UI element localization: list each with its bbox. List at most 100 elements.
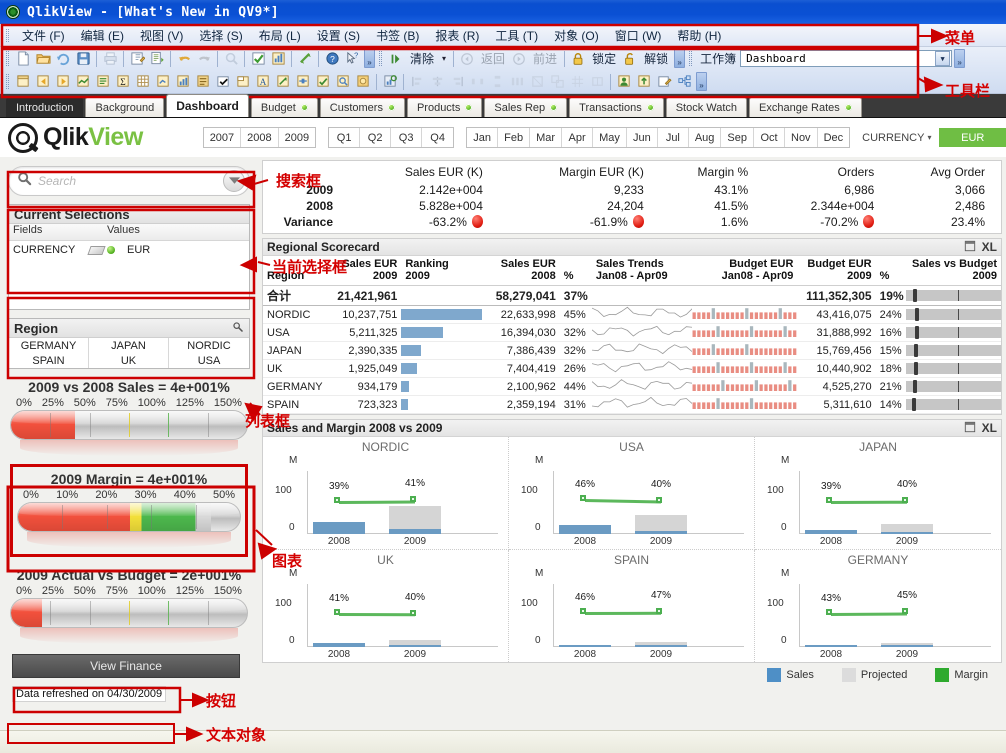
redo-icon[interactable] xyxy=(194,49,214,68)
search-dropdown-icon[interactable] xyxy=(223,170,245,192)
tab-products[interactable]: Products xyxy=(406,97,483,117)
menu-edit[interactable]: 编辑 (E) xyxy=(73,25,132,46)
next-sheet-icon[interactable] xyxy=(53,72,73,91)
month-apr-button[interactable]: Apr xyxy=(562,128,594,147)
align-center-icon[interactable] xyxy=(427,72,447,91)
tab-budget[interactable]: Budget xyxy=(250,97,318,117)
list-item[interactable]: NORDIC xyxy=(169,338,249,353)
slider-icon[interactable] xyxy=(293,72,313,91)
table-row[interactable]: USA 5,211,325 16,394,030 32% 31,888,992 16% xyxy=(263,323,1001,342)
bookmark-icon[interactable] xyxy=(313,72,333,91)
view-finance-button[interactable]: View Finance xyxy=(12,654,240,678)
clear-dropdown-icon[interactable]: ▾ xyxy=(438,54,450,63)
currency-value-chip[interactable]: EUR xyxy=(939,128,1006,147)
table-row[interactable]: SPAIN 723,323 2,359,194 31% 5,311,610 14% xyxy=(263,395,1001,414)
month-oct-button[interactable]: Oct xyxy=(754,128,785,147)
toolbar-grip[interactable] xyxy=(379,51,382,66)
search-object-icon[interactable] xyxy=(333,72,353,91)
col-pct-2[interactable]: % xyxy=(875,256,906,286)
align-left-icon[interactable] xyxy=(407,72,427,91)
menu-file[interactable]: 文件 (F) xyxy=(14,25,73,46)
link-icon[interactable] xyxy=(674,72,694,91)
listbox-search-icon[interactable] xyxy=(232,321,244,336)
chart-cell-nordic[interactable]: NORDIC M 100 0 39% 41% 2008 2009 xyxy=(263,437,509,550)
align-right-icon[interactable] xyxy=(447,72,467,91)
month-nov-button[interactable]: Nov xyxy=(785,128,818,147)
menu-window[interactable]: 窗口 (W) xyxy=(607,25,670,46)
print-icon[interactable] xyxy=(100,49,120,68)
space-evenly-icon[interactable] xyxy=(507,72,527,91)
export-to-excel-button[interactable]: XL xyxy=(982,421,997,435)
chart-cell-japan[interactable]: JAPAN M 100 0 39% 40% 2008 2009 xyxy=(755,437,1001,550)
table-row[interactable]: UK 1,925,049 7,404,419 26% 10,440,902 18% xyxy=(263,359,1001,378)
open-folder-icon[interactable] xyxy=(33,49,53,68)
toolbar-overflow-button[interactable]: » xyxy=(954,49,966,68)
quarter-q2-button[interactable]: Q2 xyxy=(360,128,392,147)
back-icon[interactable] xyxy=(457,49,477,68)
list-item[interactable]: UK xyxy=(89,353,168,368)
year-2008-button[interactable]: 2008 xyxy=(241,128,279,147)
statistics-box-icon[interactable]: Σ xyxy=(113,72,133,91)
clear-field-eraser-icon[interactable] xyxy=(87,245,106,255)
help-icon[interactable]: ? xyxy=(322,49,342,68)
table-row[interactable]: NORDIC 10,237,751 22,633,998 45% 43,416,075 2… xyxy=(263,305,1001,324)
quarter-q1-button[interactable]: Q1 xyxy=(329,128,361,147)
list-item[interactable]: JAPAN xyxy=(89,338,168,353)
list-item[interactable]: GERMANY xyxy=(9,338,88,353)
list-item[interactable]: USA xyxy=(169,353,249,368)
undo-icon[interactable] xyxy=(174,49,194,68)
chart-object-icon[interactable] xyxy=(173,72,193,91)
text-object-icon[interactable]: A xyxy=(253,72,273,91)
chart-icon[interactable] xyxy=(268,49,288,68)
month-may-button[interactable]: May xyxy=(593,128,627,147)
tab-dashboard[interactable]: Dashboard xyxy=(166,94,249,117)
chart-cell-germany[interactable]: GERMANY M 100 0 43% 45% 2008 2009 xyxy=(755,550,1001,662)
group-icon[interactable] xyxy=(547,72,567,91)
menu-select[interactable]: 选择 (S) xyxy=(191,25,250,46)
distribute-vertical-icon[interactable] xyxy=(487,72,507,91)
person-icon[interactable] xyxy=(614,72,634,91)
year-2007-button[interactable]: 2007 xyxy=(203,128,242,147)
distribute-horizontal-icon[interactable] xyxy=(467,72,487,91)
menu-reports[interactable]: 报表 (R) xyxy=(427,25,487,46)
search-object[interactable]: Search xyxy=(8,166,250,196)
tab-customers[interactable]: Customers xyxy=(319,97,405,117)
search-input[interactable]: Search xyxy=(38,174,223,188)
tab-exchange-rates[interactable]: Exchange Rates xyxy=(749,97,862,117)
menu-view[interactable]: 视图 (V) xyxy=(132,25,191,46)
select-possible-icon[interactable] xyxy=(248,49,268,68)
current-selection-row[interactable]: CURRENCY EUR xyxy=(9,241,249,259)
button-icon[interactable] xyxy=(213,72,233,91)
upload-icon[interactable] xyxy=(634,72,654,91)
input-box-icon[interactable] xyxy=(233,72,253,91)
unlock-label[interactable]: 解锁 xyxy=(640,50,672,67)
toolbar-overflow-button[interactable]: » xyxy=(674,49,686,68)
chart-cell-spain[interactable]: SPAIN M 100 0 46% 47% 2008 2009 xyxy=(509,550,755,662)
clear-label[interactable]: 清除 xyxy=(406,50,438,67)
current-selections-icon[interactable] xyxy=(193,72,213,91)
snap-icon[interactable] xyxy=(587,72,607,91)
forward-icon[interactable] xyxy=(509,49,529,68)
menu-grip[interactable] xyxy=(6,28,9,42)
quarter-q3-button[interactable]: Q3 xyxy=(391,128,423,147)
tab-stock-watch[interactable]: Stock Watch xyxy=(665,97,748,117)
month-mar-button[interactable]: Mar xyxy=(530,128,563,147)
minimize-icon[interactable] xyxy=(964,421,976,436)
list-box-icon[interactable] xyxy=(93,72,113,91)
month-jan-button[interactable]: Jan xyxy=(467,128,499,147)
table-box-icon[interactable] xyxy=(133,72,153,91)
menu-object[interactable]: 对象 (O) xyxy=(546,25,607,46)
month-aug-button[interactable]: Aug xyxy=(688,128,722,147)
clear-selections-icon[interactable] xyxy=(295,49,315,68)
new-sheet-icon[interactable] xyxy=(13,72,33,91)
context-help-icon[interactable]: ? xyxy=(342,49,362,68)
tab-transactions[interactable]: Transactions xyxy=(569,97,664,117)
menu-layout[interactable]: 布局 (L) xyxy=(251,25,309,46)
chevron-down-icon[interactable]: ▾ xyxy=(927,133,931,142)
col-ranking-2009[interactable]: Ranking 2009 xyxy=(401,256,482,286)
list-item[interactable]: SPAIN xyxy=(9,353,88,368)
toolbar-grip[interactable] xyxy=(689,51,693,66)
line-arrow-icon[interactable] xyxy=(273,72,293,91)
menu-tools[interactable]: 工具 (T) xyxy=(487,25,546,46)
grid-icon[interactable] xyxy=(567,72,587,91)
